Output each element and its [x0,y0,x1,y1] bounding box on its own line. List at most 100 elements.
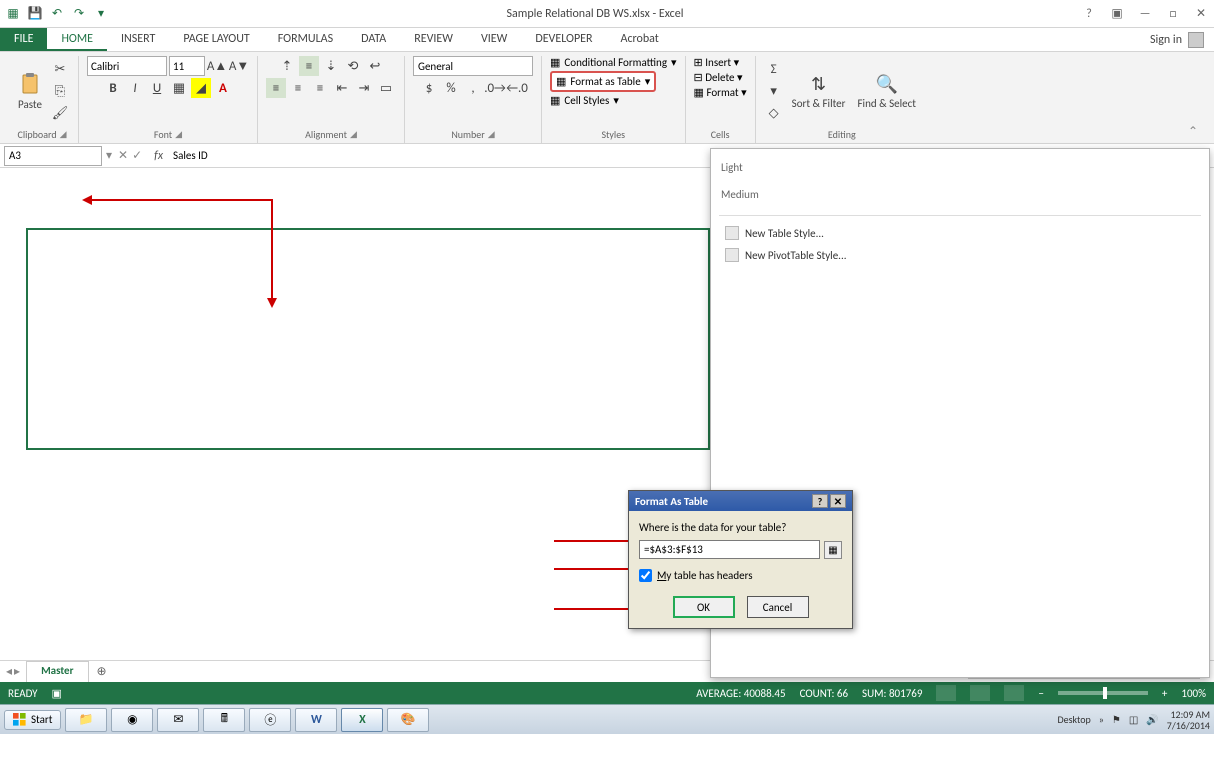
indent-dec-icon[interactable]: ⇤ [332,78,352,98]
find-select-button[interactable]: 🔍Find & Select [853,71,919,112]
new-table-style-button[interactable]: New Table Style... [719,222,1201,244]
alignment-launcher-icon[interactable]: ◢ [350,129,357,140]
taskbar-outlook-icon[interactable]: ✉ [157,708,199,732]
italic-button[interactable]: I [125,78,145,98]
taskbar-word-icon[interactable]: W [295,708,337,732]
fx-icon[interactable]: fx [148,149,169,163]
headers-label[interactable]: MMy table has headersy table has headers [657,569,753,582]
taskbar-ie-icon[interactable]: ⓔ [249,708,291,732]
comma-icon[interactable]: , [463,78,483,98]
view-layout-icon[interactable] [970,685,990,701]
tab-review[interactable]: REVIEW [400,28,467,51]
clear-icon[interactable]: ◇ [764,103,784,123]
align-top-icon[interactable]: ⇡ [277,56,297,76]
tab-developer[interactable]: DEVELOPER [521,28,606,51]
percent-icon[interactable]: % [441,78,461,98]
increase-font-icon[interactable]: A▲ [207,56,227,76]
font-size-combo[interactable] [169,56,205,76]
help-icon[interactable]: ? [1080,7,1098,21]
minimize-icon[interactable]: — [1136,7,1154,21]
inc-decimal-icon[interactable]: .0→ [485,78,505,98]
decrease-font-icon[interactable]: A▼ [229,56,249,76]
align-left-icon[interactable]: ≡ [266,78,286,98]
zoom-in-icon[interactable]: + [1162,687,1167,700]
dialog-close-icon[interactable]: ✕ [830,494,846,508]
range-input[interactable] [639,540,820,559]
tab-formulas[interactable]: FORMULAS [264,28,347,51]
format-painter-icon[interactable]: 🖌 [50,103,70,123]
save-icon[interactable]: 💾 [26,5,44,23]
tab-acrobat[interactable]: Acrobat [607,28,673,51]
sheet-tab-master[interactable]: Master [26,661,88,682]
tab-insert[interactable]: INSERT [107,28,169,51]
view-break-icon[interactable] [1004,685,1024,701]
zoom-out-icon[interactable]: − [1038,687,1043,700]
tray-chevron-icon[interactable]: » [1099,713,1104,726]
number-format-combo[interactable] [413,56,533,76]
bold-button[interactable]: B [103,78,123,98]
currency-icon[interactable]: $ [419,78,439,98]
ok-button[interactable]: OK [673,596,735,618]
tab-page-layout[interactable]: PAGE LAYOUT [169,28,263,51]
file-tab[interactable]: FILE [0,28,47,51]
fill-color-icon[interactable]: ◢ [191,78,211,98]
tab-view[interactable]: VIEW [467,28,521,51]
ribbon-opts-icon[interactable]: ▣ [1108,6,1126,21]
close-icon[interactable]: ✕ [1192,6,1210,21]
new-sheet-icon[interactable]: ⊕ [89,661,115,682]
clipboard-launcher-icon[interactable]: ◢ [60,129,67,140]
range-picker-icon[interactable]: ▦ [824,541,842,559]
font-launcher-icon[interactable]: ◢ [175,129,182,140]
macro-record-icon[interactable]: ▣ [52,687,62,700]
align-bottom-icon[interactable]: ⇣ [321,56,341,76]
headers-checkbox[interactable] [639,569,652,582]
fill-icon[interactable]: ▾ [764,81,784,101]
tab-home[interactable]: HOME [47,28,107,51]
taskbar-explorer-icon[interactable]: 📁 [65,708,107,732]
autosum-icon[interactable]: Σ [764,59,784,79]
signin[interactable]: Sign in [1140,28,1214,51]
dec-decimal-icon[interactable]: ←.0 [507,78,527,98]
conditional-formatting-button[interactable]: ▦ Conditional Formatting ▾ [550,56,677,69]
cell-styles-button[interactable]: ▦ Cell Styles ▾ [550,94,619,107]
tray-flag-icon[interactable]: ⚑ [1112,713,1121,726]
sort-filter-button[interactable]: ⇅Sort & Filter [788,71,850,112]
zoom-slider[interactable] [1058,691,1148,695]
merge-icon[interactable]: ▭ [376,78,396,98]
maximize-icon[interactable]: □ [1164,7,1182,21]
cancel-entry-icon[interactable]: ✕ [118,148,128,163]
copy-icon[interactable]: ⎘ [50,81,70,101]
qat-customize-icon[interactable]: ▾ [92,5,110,23]
indent-inc-icon[interactable]: ⇥ [354,78,374,98]
start-button[interactable]: Start [4,710,61,730]
cut-icon[interactable]: ✂ [50,59,70,79]
taskbar-calc-icon[interactable]: 🖩 [203,708,245,732]
number-launcher-icon[interactable]: ◢ [488,129,495,140]
undo-icon[interactable]: ↶ [48,5,66,23]
new-pivot-style-button[interactable]: New PivotTable Style... [719,244,1201,266]
font-color-icon[interactable]: A [213,78,233,98]
tray-network-icon[interactable]: ◫ [1129,713,1138,726]
underline-button[interactable]: U [147,78,167,98]
taskbar-chrome-icon[interactable]: ◉ [111,708,153,732]
align-center-icon[interactable]: ≡ [288,78,308,98]
sheet-next-icon[interactable]: ▸ [14,664,20,679]
borders-icon[interactable]: ▦ [169,78,189,98]
taskbar-paint-icon[interactable]: 🎨 [387,708,429,732]
format-as-table-button[interactable]: ▦ Format as Table ▾ [550,71,656,92]
dialog-help-icon[interactable]: ? [812,494,828,508]
view-normal-icon[interactable] [936,685,956,701]
cancel-button[interactable]: Cancel [747,596,809,618]
system-clock[interactable]: 12:09 AM 7/16/2014 [1167,709,1210,731]
orientation-icon[interactable]: ⟲ [343,56,363,76]
collapse-ribbon-icon[interactable]: ⌃ [1178,120,1208,143]
name-box[interactable] [4,146,102,166]
redo-icon[interactable]: ↷ [70,5,88,23]
align-right-icon[interactable]: ≡ [310,78,330,98]
insert-cells-button[interactable]: ⊞ Insert ▾ [694,56,740,69]
paste-button[interactable]: Paste [14,70,46,113]
desktop-button[interactable]: Desktop [1057,713,1090,726]
sheet-prev-icon[interactable]: ◂ [6,664,12,679]
align-middle-icon[interactable]: ≡ [299,56,319,76]
tab-data[interactable]: DATA [347,28,400,51]
